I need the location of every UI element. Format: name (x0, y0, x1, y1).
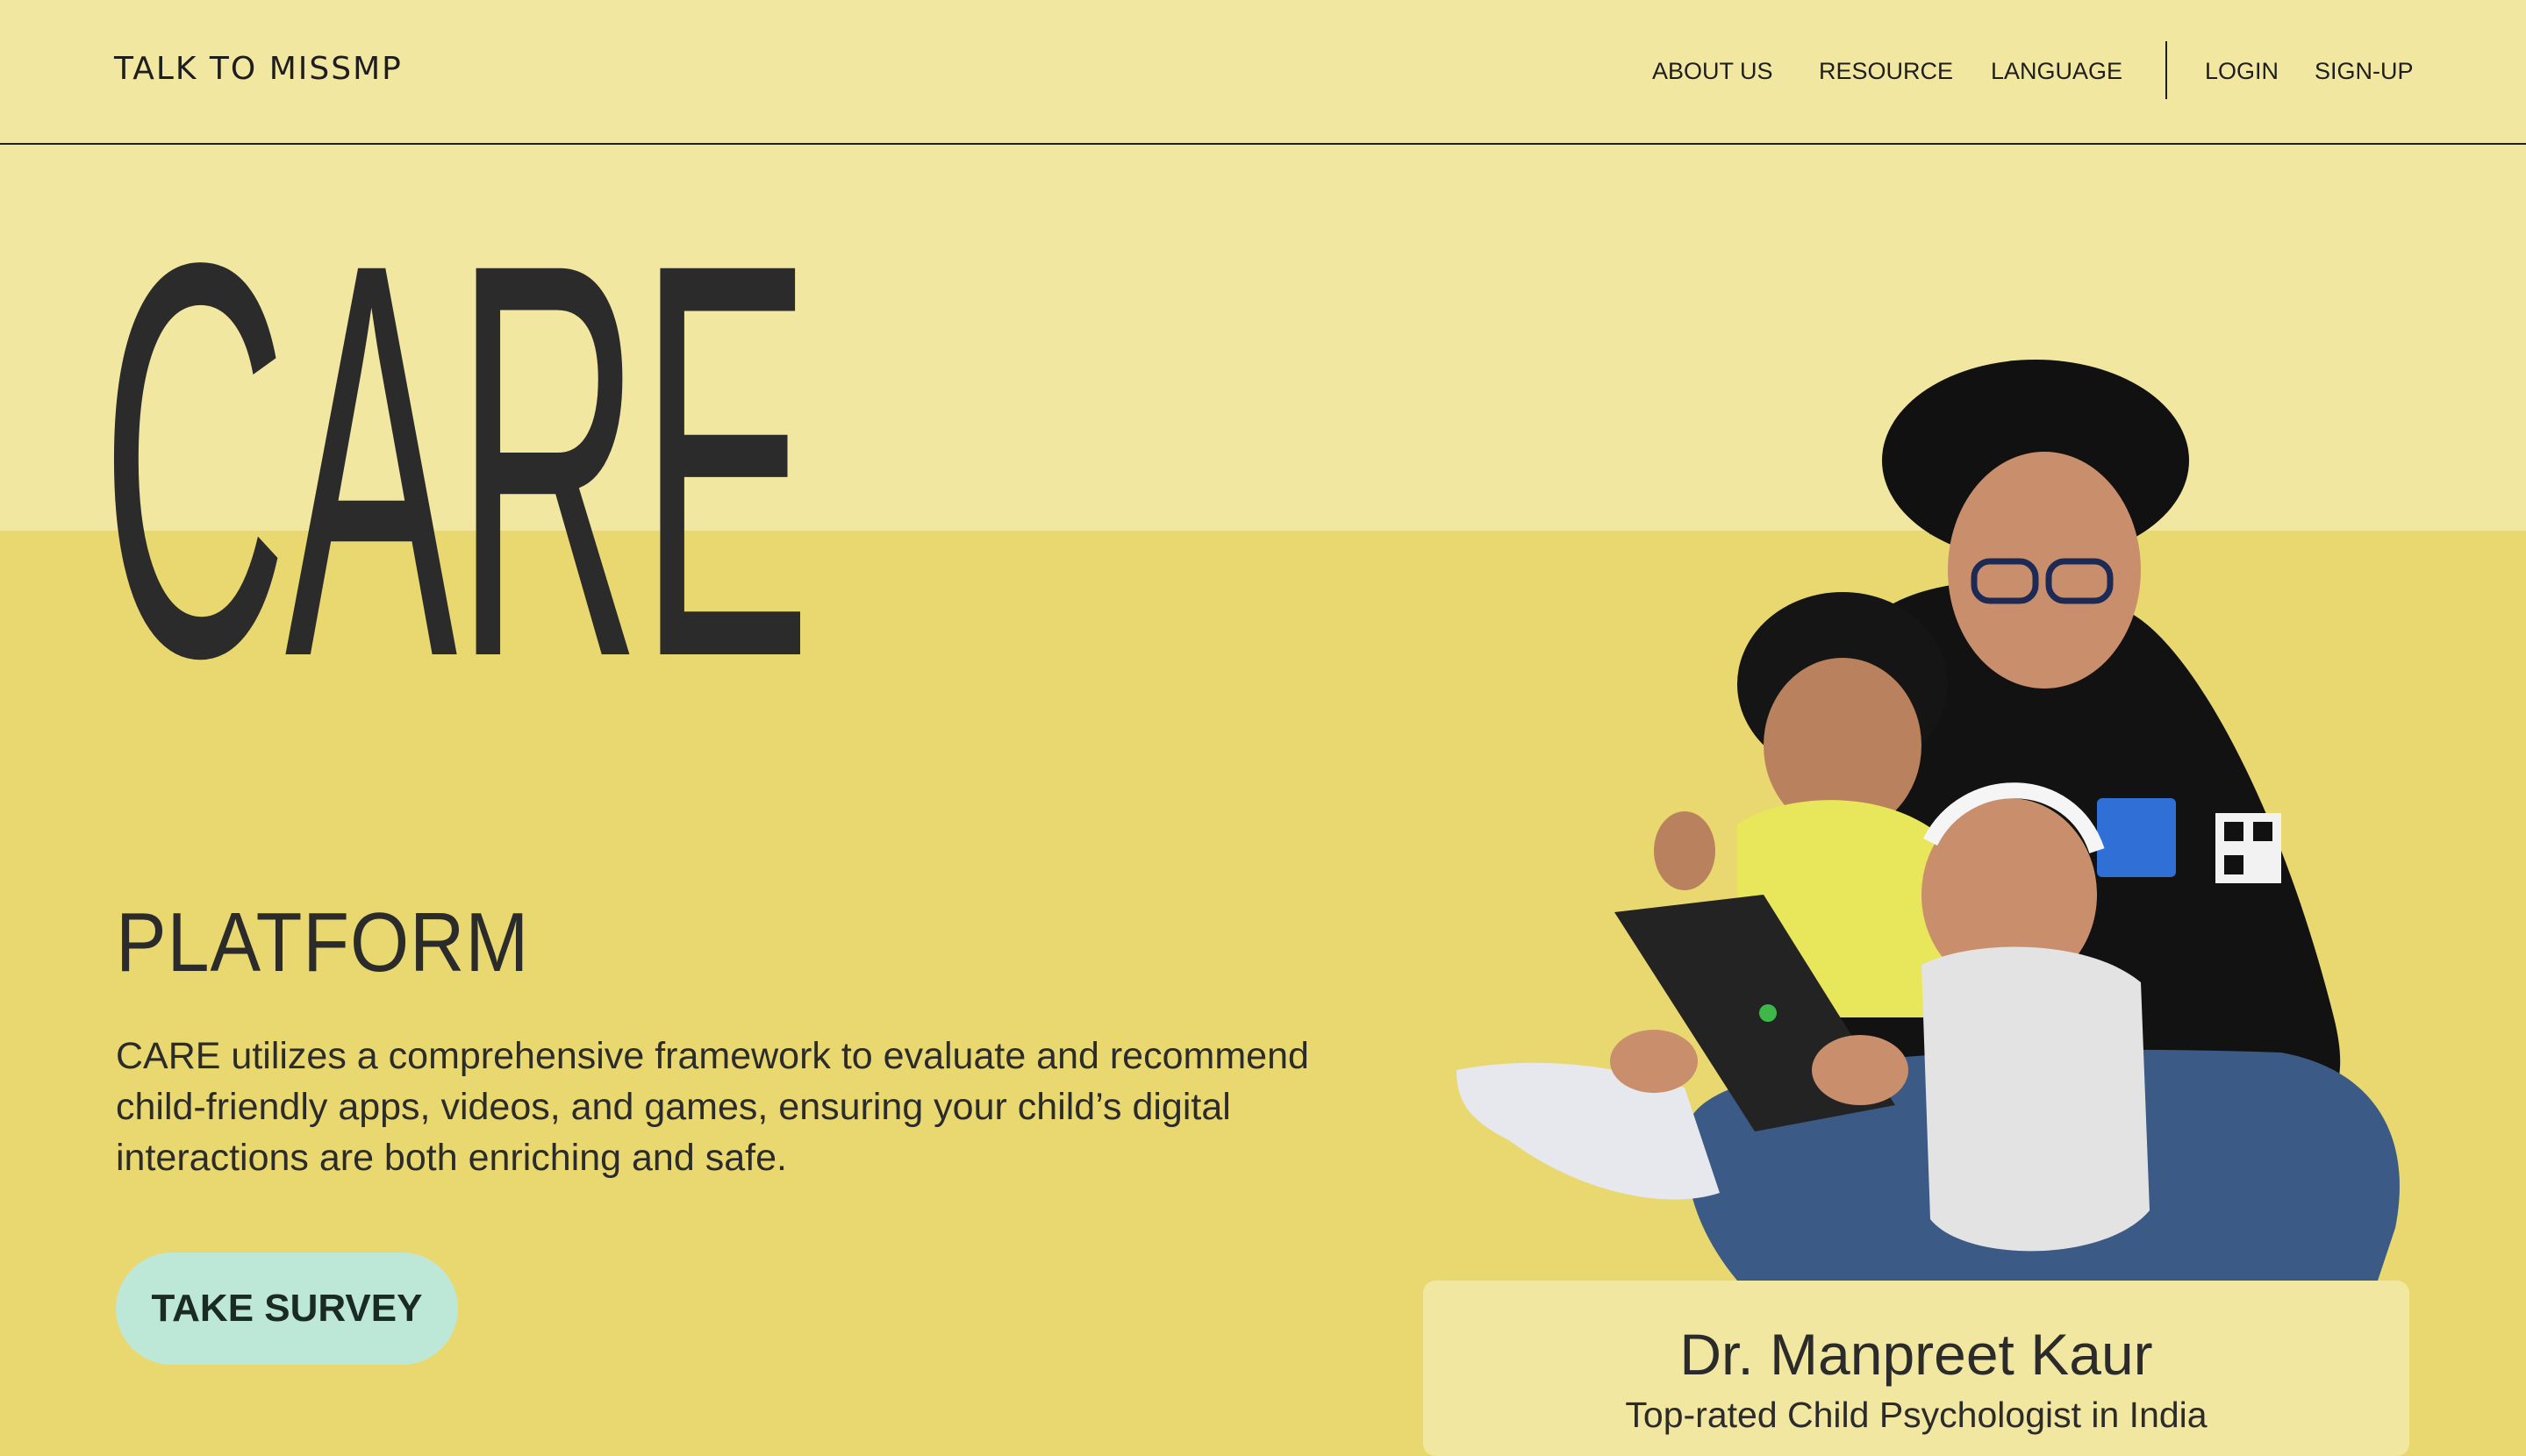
nav-divider (2165, 41, 2167, 99)
hero-subtitle: PLATFORM (116, 896, 530, 989)
take-survey-button[interactable]: TAKE SURVEY (116, 1253, 458, 1365)
profile-name: Dr. Manpreet Kaur (1679, 1322, 2153, 1387)
person-with-children-photo (1456, 360, 2400, 1281)
signup-link[interactable]: SIGN-UP (2315, 58, 2414, 85)
nav-resource[interactable]: RESOURCE (1819, 58, 1953, 85)
nav-about-us[interactable]: ABOUT US (1652, 58, 1773, 85)
hero-title: CARE (101, 146, 812, 774)
nav-language[interactable]: LANGUAGE (1991, 58, 2122, 85)
baby-body (1921, 946, 2150, 1252)
login-link[interactable]: LOGIN (2205, 58, 2279, 85)
profile-role: Top-rated Child Psychologist in India (1625, 1395, 2208, 1435)
hero-description: CARE utilizes a comprehensive framework … (116, 1035, 1309, 1179)
site-logo[interactable]: TALK TO MISSMP (114, 51, 403, 87)
site-header: TALK TO MISSMP ABOUT US RESOURCE LANGUAG… (0, 0, 2526, 145)
profile-caption-card: Dr. Manpreet Kaur Top-rated Child Psycho… (1423, 1281, 2409, 1456)
